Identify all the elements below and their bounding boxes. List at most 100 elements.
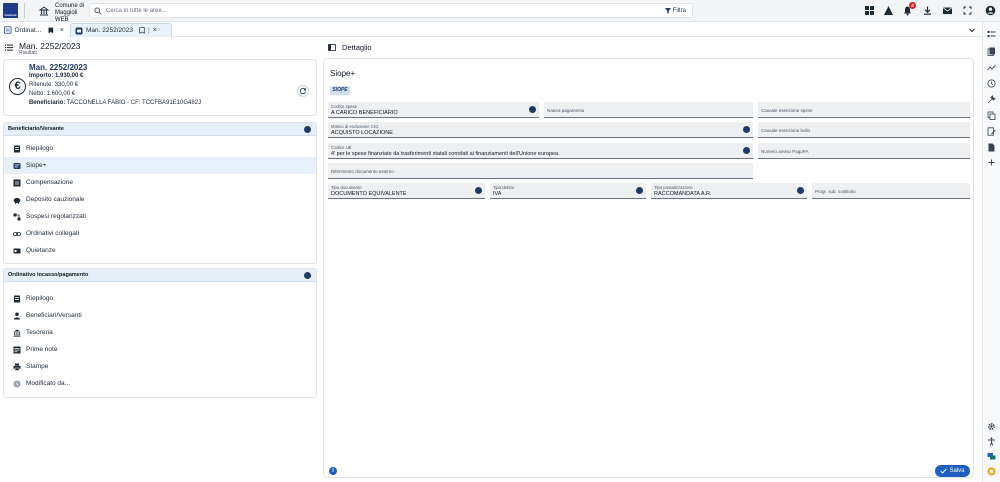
bookmark-outline-icon[interactable] <box>139 27 145 34</box>
download-icon[interactable] <box>922 5 933 16</box>
collapse-toggle-icon[interactable] <box>304 126 311 133</box>
person-icon <box>13 312 21 319</box>
section-beneficiario-versante: Beneficiario/Versante Riepilogo Siope+ C… <box>3 122 317 264</box>
nav-item-stampe[interactable]: Stampe <box>4 358 316 375</box>
alert-icon[interactable] <box>883 5 894 16</box>
beneficiario-label: Beneficiario: <box>29 100 66 106</box>
accessibility-icon[interactable] <box>987 437 996 446</box>
tipo-documento-field[interactable]: Tipo documento DOCUMENTO EQUIVALENTE <box>328 183 485 199</box>
user-icon[interactable] <box>985 5 996 16</box>
fullscreen-icon[interactable] <box>962 5 973 16</box>
bookmark-icon[interactable] <box>48 27 54 34</box>
organization-logo[interactable]: Comune <box>3 3 18 18</box>
numero-avviso-pagopa-field[interactable]: Numero avviso PagoPA <box>758 143 970 159</box>
nav-item-prime-note[interactable]: Prime note <box>4 341 316 358</box>
section-ordinativo-incasso-pagamento: Ordinativo incasso/pagamento Riepilogo B… <box>3 268 317 398</box>
detail-header: Dettaglio <box>323 38 979 57</box>
page-subtitle: Risultati <box>19 50 37 56</box>
section-header[interactable]: Ordinativo incasso/pagamento <box>4 269 316 282</box>
trend-chart-icon[interactable] <box>987 63 996 72</box>
building-icon <box>39 6 49 16</box>
mail-icon[interactable] <box>942 5 953 16</box>
chat-icon[interactable] <box>987 452 996 461</box>
euro-icon: € <box>9 78 26 95</box>
menu-icon[interactable] <box>5 44 13 51</box>
tab-bar: Ordinat... × Man. 2252/2023 | × <box>0 22 1000 37</box>
motivo-esclusione-cig-field[interactable]: Motivo di esclusione CIG ACQUISTO LOCAZI… <box>328 122 753 138</box>
tipo-postalizzazione-field[interactable]: Tipo postalizzazione RACCOMANDATA A.R. <box>651 183 807 199</box>
save-button[interactable]: Salva <box>935 465 970 477</box>
check-icon <box>940 468 948 474</box>
dropdown-button-icon[interactable] <box>743 147 750 154</box>
close-tab-icon[interactable]: × <box>153 27 157 34</box>
refresh-icon <box>299 87 307 95</box>
dropdown-button-icon[interactable] <box>743 126 750 133</box>
nav-item-siope[interactable]: Siope+ <box>4 157 316 174</box>
dropdown-button-icon[interactable] <box>636 187 643 194</box>
detail-title: Dettaglio <box>342 43 372 52</box>
nav-item-ordinativi-collegati[interactable]: Ordinativi collegati <box>4 225 316 242</box>
dashboard-icon[interactable] <box>864 5 875 16</box>
summary-icon <box>14 295 20 302</box>
nav-item-riepilogo[interactable]: Riepilogo <box>4 140 316 157</box>
collapse-toggle-icon[interactable] <box>304 272 311 279</box>
notification-badge: 4 <box>909 2 916 9</box>
nav-item-tesoreria[interactable]: Tesoreria <box>4 324 316 341</box>
panel-toggle-icon[interactable] <box>328 44 336 51</box>
nav-item-deposito-cauzionale[interactable]: Deposito cauzionale <box>4 191 316 208</box>
left-panel-header: Man. 2252/2023 Risultati <box>0 38 320 57</box>
summary-card: € Man. 2252/2023 Importo: 1.930,00 € Rit… <box>3 59 317 116</box>
organization-name[interactable]: Comune di Maggioli WEB <box>55 3 89 24</box>
section-header[interactable]: Beneficiario/Versante <box>4 123 316 136</box>
refresh-button[interactable] <box>297 85 309 97</box>
receipt-icon <box>13 248 21 253</box>
filter-icon <box>664 8 671 14</box>
document-icon <box>75 27 83 34</box>
list-settings-icon[interactable] <box>987 30 996 39</box>
tipo-debito-field[interactable]: Tipo debito IVA <box>490 183 646 199</box>
dropdown-button-icon[interactable] <box>797 187 804 194</box>
divider <box>24 3 25 18</box>
nav-item-modificato-da[interactable]: Modificato da... <box>4 375 316 392</box>
edit-document-icon[interactable] <box>987 127 996 136</box>
detail-card: Siope+ SIOPE Codice spese A CARICO BENEF… <box>323 58 974 478</box>
settings-gear-icon[interactable] <box>987 422 996 431</box>
tools-icon[interactable] <box>987 95 996 104</box>
dropdown-button-icon[interactable] <box>475 187 482 194</box>
close-tab-icon[interactable]: × <box>60 27 64 34</box>
add-icon[interactable] <box>987 158 996 167</box>
duplicate-icon[interactable] <box>987 111 996 120</box>
natura-pagamento-field[interactable]: Natura pagamento <box>544 102 753 118</box>
list-icon <box>4 26 12 34</box>
filter-button[interactable]: Filtra <box>664 6 686 16</box>
nav-item-compensazione[interactable]: Compensazione <box>4 174 316 191</box>
file-icon[interactable] <box>987 143 996 152</box>
history-icon[interactable] <box>987 79 996 88</box>
search-input[interactable] <box>106 5 586 16</box>
tab-mandato[interactable]: Man. 2252/2023 | × <box>70 23 172 37</box>
causale-esenzione-bollo-field[interactable]: Causale esenzione bollo <box>758 122 970 138</box>
notes-icon <box>13 346 21 353</box>
printer-icon <box>13 363 21 371</box>
siope-logo: SIOPE <box>330 86 350 95</box>
tab-ordinativi[interactable]: Ordinat... × <box>0 23 68 37</box>
nav-item-quietanze[interactable]: Quietanze <box>4 242 316 259</box>
nav-item-beneficiari-versanti[interactable]: Beneficiari/Versanti <box>4 307 316 324</box>
progr-sub-sostituito-field[interactable]: Progr. sub. sostituito <box>812 183 970 199</box>
codice-spese-field[interactable]: Codice spese A CARICO BENEFICIARIO <box>328 102 539 118</box>
nav-item-riepilogo-ordinativo[interactable]: Riepilogo <box>4 290 316 307</box>
bank-icon <box>13 329 21 337</box>
right-toolbar <box>982 22 1000 482</box>
riferimento-documento-esterno-field[interactable]: Riferimento documento esterno <box>328 163 753 179</box>
tab-separator: | <box>147 27 150 34</box>
link-nodes-icon <box>13 213 21 220</box>
causale-esenzione-spese-field[interactable]: Causale esenzione spese <box>758 102 970 118</box>
chevron-down-icon[interactable] <box>968 26 976 34</box>
card-title: Man. 2252/2023 <box>29 63 88 72</box>
dropdown-button-icon[interactable] <box>529 106 536 113</box>
copy-documents-icon[interactable] <box>987 47 996 56</box>
codice-ue-field[interactable]: Codice UE 4' per le spese finanziate da … <box>328 143 753 159</box>
nav-item-sospesi-regolarizzati[interactable]: Sospesi regolarizzati <box>4 208 316 225</box>
help-support-icon[interactable] <box>987 467 996 476</box>
info-icon[interactable]: i <box>329 467 337 475</box>
